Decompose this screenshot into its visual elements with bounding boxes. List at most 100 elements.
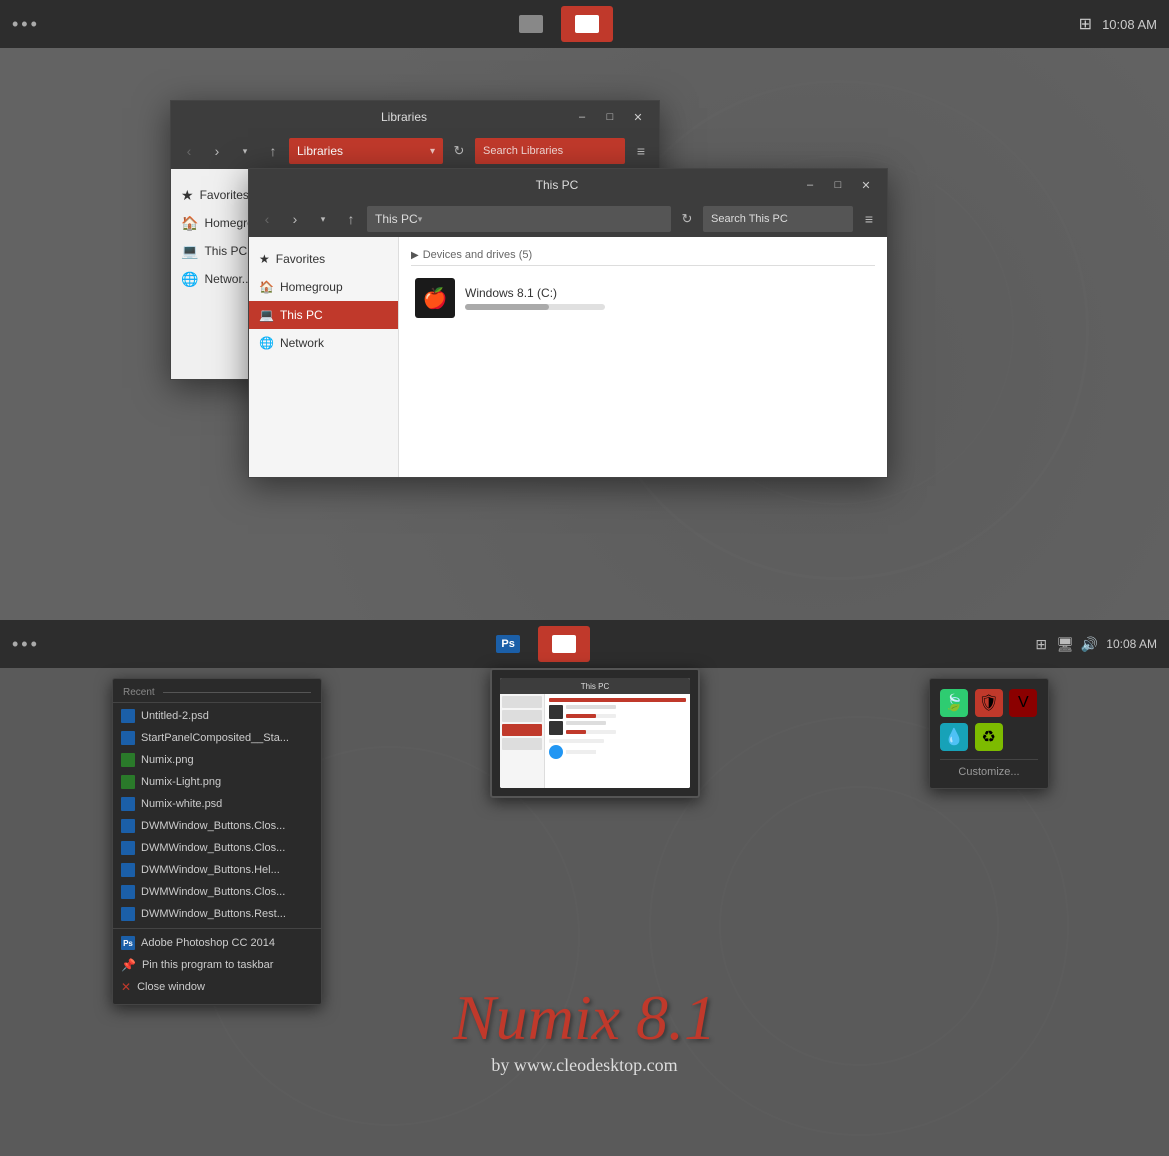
thispc-refresh-btn[interactable]: ↻ (675, 207, 699, 231)
thispc-dropdown-btn[interactable]: ▾ (311, 207, 335, 231)
photoshop-app-icon: Ps (121, 936, 135, 950)
top-half: ••• ⊞ 10:08 AM Libraries – □ ✕ ‹ › (0, 0, 1169, 620)
volume-tray-icon: 🔊 (1080, 635, 1098, 653)
pin-icon: 📌 (121, 958, 136, 972)
drive-item-c[interactable]: 🍎 Windows 8.1 (C:) (411, 274, 875, 322)
thispc-back-btn[interactable]: ‹ (255, 207, 279, 231)
thumbnail-inner: This PC (500, 678, 690, 788)
recent-item-4[interactable]: Numix-white.psd (113, 793, 321, 815)
libraries-menu-btn[interactable]: ≡ (629, 139, 653, 163)
libraries-address-bar[interactable]: Libraries ▾ (289, 138, 443, 164)
libraries-up-btn[interactable]: ↑ (261, 139, 285, 163)
thispc-pc-label: This PC (280, 308, 323, 322)
thispc-sidebar-thispc[interactable]: 💻 This PC (249, 301, 398, 329)
close-window-label: Close window (137, 981, 205, 993)
taskbar-photoshop-btn[interactable]: Ps (482, 626, 534, 662)
thispc-fav-label: Favorites (276, 252, 325, 266)
libraries-back-btn[interactable]: ‹ (177, 139, 201, 163)
thumb-drive-bar (566, 714, 596, 718)
thispc-window: This PC – □ ✕ ‹ › ▾ ↑ This PC ▾ ↻ Search… (248, 168, 888, 478)
recent-menu: Recent Untitled-2.psd StartPanelComposit… (112, 678, 322, 1005)
explorer-icon (519, 15, 543, 33)
recent-item-8[interactable]: DWMWindow_Buttons.Clos... (113, 881, 321, 903)
thispc-body: ★ Favorites 🏠 Homegroup 💻 This PC 🌐 Netw… (249, 237, 887, 477)
drive-bar-bg (465, 304, 605, 310)
thumb-sidebar-item-2 (502, 710, 542, 722)
libraries-search-text: Search Libraries (483, 145, 563, 157)
thumb-drive-bar-bg-2 (566, 730, 616, 734)
libraries-close-btn[interactable]: ✕ (625, 106, 651, 128)
recent-item-3[interactable]: Numix-Light.png (113, 771, 321, 793)
tray-icons-group: ⊞ 🖥 🔊 (1032, 635, 1098, 653)
thispc-pc-icon: 💻 (259, 308, 274, 322)
recent-item-6[interactable]: DWMWindow_Buttons.Clos... (113, 837, 321, 859)
taskbar-bottom: ••• Ps ⊞ 🖥 🔊 10:08 AM (0, 620, 1169, 668)
wm-circle-2 (719, 786, 999, 1066)
thumb-content (545, 694, 690, 788)
thumb-section-header (549, 698, 686, 702)
tray-app-3[interactable]: V (1009, 689, 1037, 717)
recent-item-1[interactable]: StartPanelComposited__Sta... (113, 727, 321, 749)
thumb-drive-1 (549, 705, 686, 719)
thispc-address-bar[interactable]: This PC ▾ (367, 206, 671, 232)
thumb-sidebar-item-3 (502, 724, 542, 736)
thispc-label: This PC (204, 244, 247, 258)
file-icon-6 (121, 841, 135, 855)
thumb-drive-bar-bg (566, 714, 616, 718)
thispc-menu-btn[interactable]: ≡ (857, 207, 881, 231)
thumb-sidebar-item-4 (502, 738, 542, 750)
thispc-up-btn[interactable]: ↑ (339, 207, 363, 231)
tray-app-2[interactable]: 🛡 (975, 689, 1003, 717)
drive-bar-fill (465, 304, 549, 310)
thispc-maximize-btn[interactable]: □ (825, 174, 851, 196)
thumb-network-label (566, 750, 596, 754)
recent-item-7[interactable]: DWMWindow_Buttons.Hel... (113, 859, 321, 881)
thispc-sidebar-homegroup[interactable]: 🏠 Homegroup (249, 273, 398, 301)
taskbar-dots-bottom: ••• (12, 634, 40, 655)
pin-program-action[interactable]: 📌 Pin this program to taskbar (113, 954, 321, 976)
customize-btn[interactable]: Customize... (940, 766, 1038, 778)
libraries-toolbar: ‹ › ▾ ↑ Libraries ▾ ↻ Search Libraries ≡ (171, 133, 659, 169)
thispc-search-bar[interactable]: Search This PC (703, 206, 853, 232)
libraries-forward-btn[interactable]: › (205, 139, 229, 163)
thispc-forward-btn[interactable]: › (283, 207, 307, 231)
pin-label: Pin this program to taskbar (142, 959, 273, 971)
file-icon-8 (121, 885, 135, 899)
thispc-sidebar: ★ Favorites 🏠 Homegroup 💻 This PC 🌐 Netw… (249, 237, 399, 477)
recent-item-label-4: Numix-white.psd (141, 798, 222, 810)
thispc-close-btn[interactable]: ✕ (853, 174, 879, 196)
thispc-sidebar-network[interactable]: 🌐 Network (249, 329, 398, 357)
recent-item-0[interactable]: Untitled-2.psd (113, 705, 321, 727)
thispc-sidebar-favorites[interactable]: ★ Favorites (249, 245, 398, 273)
thispc-minimize-btn[interactable]: – (797, 174, 823, 196)
libraries-search-bar[interactable]: Search Libraries (475, 138, 625, 164)
clock-top: 10:08 AM (1102, 17, 1157, 32)
recent-item-2[interactable]: Numix.png (113, 749, 321, 771)
close-window-action[interactable]: ✕ Close window (113, 976, 321, 998)
libraries-maximize-btn[interactable]: □ (597, 106, 623, 128)
thumb-drive-name-bar-2 (566, 721, 606, 725)
clock-bottom: 10:08 AM (1106, 637, 1157, 651)
thumb-network-area (549, 739, 686, 759)
tray-app-4[interactable]: 💧 (940, 723, 968, 751)
recent-item-5[interactable]: DWMWindow_Buttons.Clos... (113, 815, 321, 837)
section-triangle-icon: ▶ (411, 250, 419, 261)
libraries-dropdown-btn[interactable]: ▾ (233, 139, 257, 163)
tray-icons-grid: 🍃 🛡 V 💧 ♻ (940, 689, 1038, 751)
recent-header: Recent (113, 685, 321, 703)
taskbar-explorer-active-btn[interactable] (561, 6, 613, 42)
taskbar-explorer-bottom-btn[interactable] (538, 626, 590, 662)
brand-title: Numix 8.1 (453, 981, 716, 1055)
network-icon: 🌐 (181, 271, 198, 288)
libraries-refresh-btn[interactable]: ↻ (447, 139, 471, 163)
recent-item-9[interactable]: DWMWindow_Buttons.Rest... (113, 903, 321, 925)
taskbar-explorer-btn[interactable] (505, 6, 557, 42)
libraries-minimize-btn[interactable]: – (569, 106, 595, 128)
file-icon-2 (121, 753, 135, 767)
tray-app-1[interactable]: 🍃 (940, 689, 968, 717)
thumb-title-text: This PC (581, 682, 609, 691)
thispc-toolbar: ‹ › ▾ ↑ This PC ▾ ↻ Search This PC ≡ (249, 201, 887, 237)
tray-app-5[interactable]: ♻ (975, 723, 1003, 751)
thumb-drive-icon-2 (549, 721, 563, 735)
explorer-active-icon (575, 15, 599, 33)
